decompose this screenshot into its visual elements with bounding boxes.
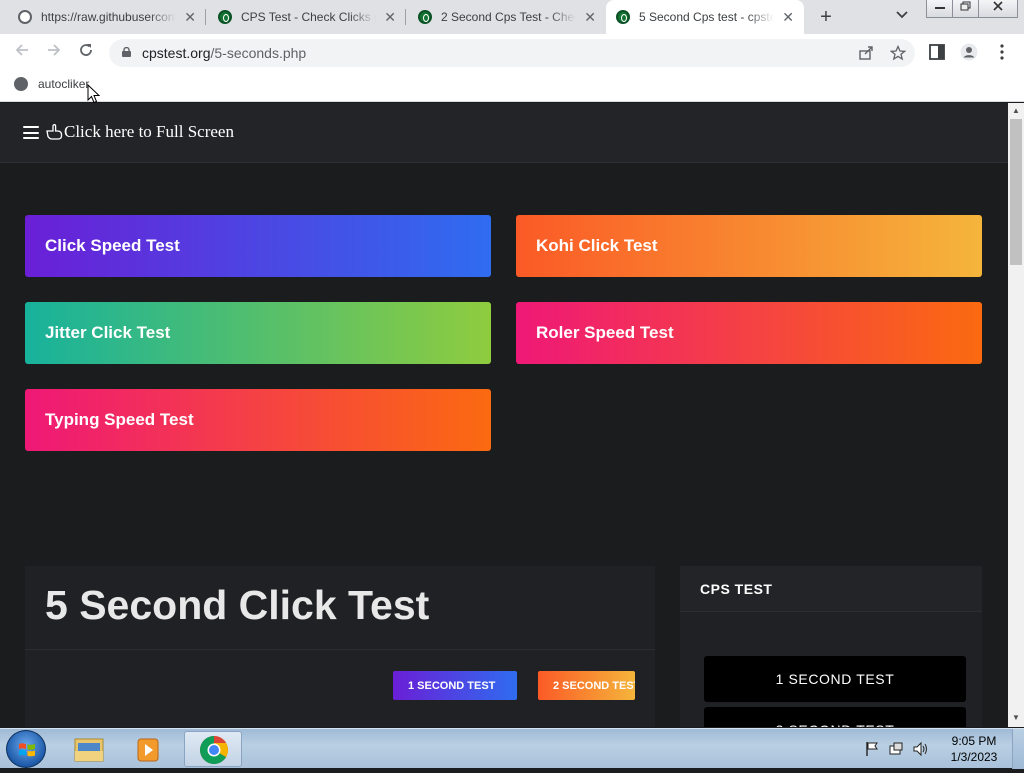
tab-raw-githubusercontent[interactable]: https://raw.githubusercontent.com ✕ [8,0,206,34]
minimize-window-button[interactable] [926,0,953,18]
typing-speed-test-button[interactable]: Typing Speed Test [25,389,491,451]
new-tab-button[interactable]: + [814,6,838,28]
clock-time: 9:05 PM [951,734,997,748]
globe-icon [14,77,28,91]
page-viewport: Click here to Full Screen Click Speed Te… [0,103,1008,727]
tab-title: CPS Test - Check Clicks per Second [241,10,376,24]
close-window-button[interactable] [978,0,1018,18]
chrome-taskbar-button[interactable] [184,731,242,767]
page-scrollbar[interactable]: ▲ ▼ [1008,103,1024,727]
bookmark-autocliker[interactable]: autocliker [14,77,89,91]
globe-icon [18,10,32,24]
bookmark-star-icon[interactable] [890,45,906,61]
side-panel-icon[interactable] [928,43,946,61]
media-player-taskbar-button[interactable] [122,731,174,767]
action-center-flag-icon [866,742,878,756]
click-speed-test-button[interactable]: Click Speed Test [25,215,491,277]
pointing-hand-icon [46,124,63,140]
tab-cps-test[interactable]: CPS Test - Check Clicks per Second ✕ [208,0,406,34]
url-host: cpstest.org [142,45,211,61]
fullscreen-label: Click here to Full Screen [64,122,234,141]
close-tab-icon[interactable]: ✕ [384,9,396,26]
system-clock[interactable]: 9:05 PM 1/3/2023 [944,733,1004,765]
close-tab-icon[interactable]: ✕ [184,9,196,26]
forward-button[interactable] [44,42,64,62]
url-path: /5-seconds.php [210,45,307,61]
main-test-card: 5 Second Click Test 1 SECOND TEST 2 SECO… [25,566,655,727]
close-tab-icon[interactable]: ✕ [584,9,596,26]
network-icon [889,742,903,755]
browser-menu-icon[interactable] [994,43,1010,61]
divider [25,649,655,650]
roler-speed-test-button[interactable]: Roler Speed Test [516,302,982,364]
tab-title: 2 Second Cps Test - Check [441,10,577,24]
jitter-click-test-button[interactable]: Jitter Click Test [25,302,491,364]
back-button[interactable] [12,42,32,62]
tab-search-chevron-icon[interactable] [896,8,908,22]
cpstest-favicon-icon [616,10,630,24]
hamburger-menu-icon[interactable] [23,126,39,139]
folder-icon [74,738,104,762]
scrollbar-thumb[interactable] [1010,119,1022,265]
restore-window-button[interactable] [952,0,979,18]
sidebar-1-second-test-button[interactable]: 1 SECOND TEST [704,656,966,702]
sidebar-header: CPS TEST [680,566,982,612]
cps-test-sidebar: CPS TEST 1 SECOND TEST 2 SECOND TEST [680,566,982,727]
reload-button[interactable] [76,42,96,62]
windows-taskbar: 9:05 PM 1/3/2023 [0,728,1024,769]
mouse-cursor-icon [87,84,101,104]
chrome-icon [200,736,228,764]
kohi-click-test-button[interactable]: Kohi Click Test [516,215,982,277]
file-explorer-taskbar-button[interactable] [62,731,114,767]
fullscreen-link[interactable]: Click here to Full Screen [46,122,234,142]
page-title: 5 Second Click Test [45,582,430,628]
tab-title: 5 Second Cps test - cpstest [639,10,775,24]
media-player-icon [137,738,159,762]
sidebar-title: CPS TEST [700,581,773,597]
profile-avatar-icon[interactable] [960,43,978,61]
system-tray[interactable] [864,741,934,757]
scroll-down-arrow-icon[interactable]: ▼ [1012,713,1020,722]
scroll-up-arrow-icon[interactable]: ▲ [1012,106,1020,115]
cpstest-favicon-icon [218,10,232,24]
site-navbar: Click here to Full Screen [0,103,1008,163]
clock-date: 1/3/2023 [950,750,998,764]
address-bar[interactable]: cpstest.org/5-seconds.php [109,39,915,67]
start-button[interactable] [6,730,46,768]
bookmark-label: autocliker [38,77,90,91]
tab-2-second-cps[interactable]: 2 Second Cps Test - Check ✕ [408,0,606,34]
share-icon[interactable] [858,45,874,61]
close-tab-icon[interactable]: ✕ [782,9,794,26]
show-desktop-button[interactable] [1012,729,1024,769]
volume-icon [913,741,927,757]
bookmarks-bar: autocliker [0,70,1024,102]
1-second-test-tab[interactable]: 1 SECOND TEST [393,671,517,700]
2-second-test-tab[interactable]: 2 SECOND TEST [538,671,635,700]
sidebar-2-second-test-button[interactable]: 2 SECOND TEST [704,707,966,727]
tab-title: https://raw.githubusercontent.com [41,10,177,24]
browser-toolbar: cpstest.org/5-seconds.php [0,34,1024,70]
browser-tab-strip: https://raw.githubusercontent.com ✕ CPS … [0,0,1024,34]
tab-5-second-cps[interactable]: 5 Second Cps test - cpstest ✕ [606,0,804,34]
lock-icon[interactable] [122,47,131,57]
cpstest-favicon-icon [418,10,432,24]
url-text[interactable]: cpstest.org/5-seconds.php [142,45,306,61]
windows-logo-icon [19,743,35,757]
